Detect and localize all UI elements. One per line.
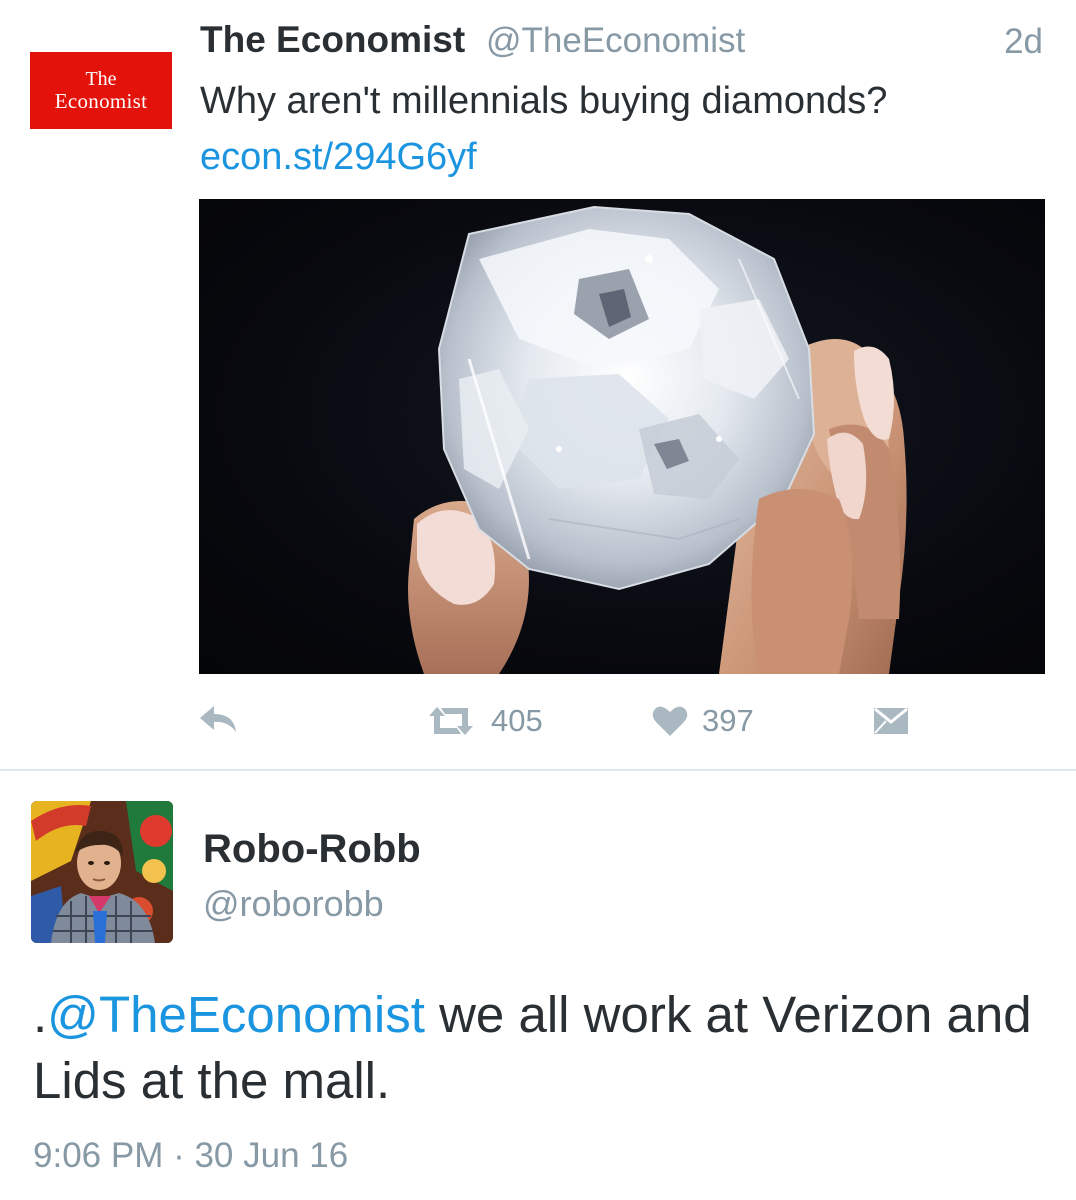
diamond-photo[interactable] [199,199,1045,674]
reply-tweet-text: .@TheEconomist we all work at Verizon an… [33,982,1053,1114]
avatar-photo [31,801,173,943]
roborobb-avatar[interactable] [31,801,173,943]
reply-button[interactable] [198,702,238,734]
reply-author-handle[interactable]: @roborobb [203,883,384,925]
avatar-line-the: The [85,68,117,90]
tweet-author-handle[interactable]: @TheEconomist [486,21,745,61]
economist-avatar[interactable]: The Economist [30,52,172,129]
reply-text-prefix: . [33,986,48,1043]
avatar-line-economist: Economist [54,89,148,113]
reply-author-name[interactable]: Robo-Robb [203,827,421,872]
retweet-count: 405 [491,703,543,738]
tweet-text: Why aren't millennials buying diamonds? [200,80,888,122]
retweet-icon [429,707,473,735]
tweet-timestamp[interactable]: 2d [1004,22,1043,62]
mention-link[interactable]: @TheEconomist [47,986,425,1043]
economist-tweet[interactable]: The Economist The Economist @TheEconomis… [0,0,1076,770]
tweet-link[interactable]: econ.st/294G6yf [200,136,477,179]
like-button[interactable]: 397 [652,703,754,739]
retweet-button[interactable]: 405 [425,703,543,739]
like-count: 397 [702,703,754,738]
reply-icon [200,706,236,732]
reply-timestamp: 9:06 PM · 30 Jun 16 [33,1136,349,1175]
direct-message-button[interactable] [872,705,910,737]
envelope-icon [874,707,908,734]
diamond-in-hand-image [408,205,907,674]
tweet-divider [0,769,1076,771]
tweet-author-name[interactable]: The Economist [200,19,465,61]
heart-icon [652,706,688,736]
